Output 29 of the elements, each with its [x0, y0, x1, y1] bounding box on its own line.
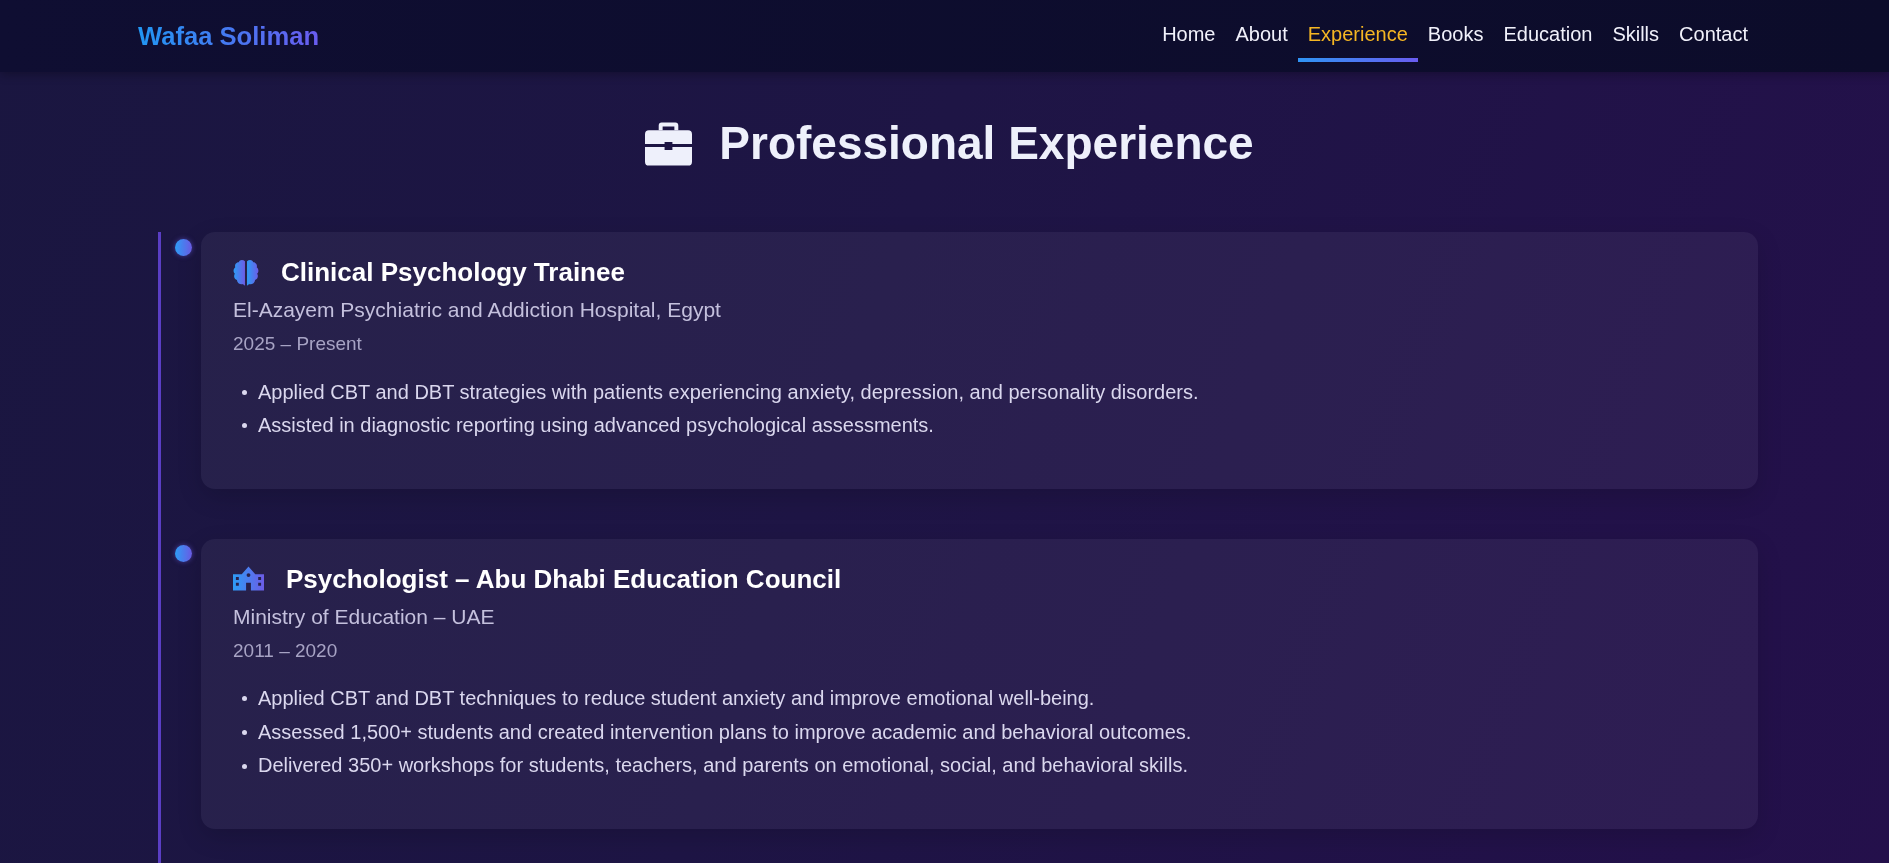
date-range: 2011 – 2020	[233, 638, 339, 663]
timeline-dot-icon	[174, 238, 192, 256]
school-icon	[233, 565, 264, 593]
bullet-icon	[242, 730, 247, 736]
nav-link-item[interactable]: Experience	[1297, 10, 1418, 62]
briefcase-icon	[645, 121, 693, 166]
timeline-dot-icon	[174, 545, 192, 563]
duty-text: Applied CBT and DBT strategies with patients experiencing anxiety, depression, and personality disorders.	[258, 379, 1199, 405]
nav-link-item[interactable]: Skills	[1602, 10, 1670, 62]
bullet-icon	[242, 763, 247, 769]
organization-text: El-Azayem Psychiatric and Addiction Hospital, Egypt	[233, 297, 722, 323]
bullet-icon	[242, 389, 247, 395]
duty-text: Assisted in diagnostic reporting using advanced psychological assessments.	[258, 413, 934, 439]
duty-text: Assessed 1,500+ students and created intervention plans to improve academic and behavioral outcomes.	[258, 719, 1192, 745]
nav-link-item[interactable]: Books	[1417, 10, 1494, 62]
section-title: Professional Experience	[719, 116, 1254, 171]
duty-text: Delivered 350+ workshops for students, teachers, and parents on emotional, social, and behavioral skills.	[258, 753, 1188, 779]
organization-text: Ministry of Education – UAE	[233, 603, 496, 630]
brain-icon	[233, 258, 259, 286]
nav-link-item[interactable]: Home	[1152, 10, 1226, 62]
job-title: Psychologist – Abu Dhabi Education Council	[286, 564, 842, 593]
date-range: 2025 – Present	[233, 332, 363, 356]
nav-link-item[interactable]: Contact	[1669, 10, 1758, 62]
duty-text: Applied CBT and DBT techniques to reduce student anxiety and improve emotional well-being.	[258, 686, 1095, 712]
bullet-icon	[242, 696, 247, 702]
nav-link-item[interactable]: About	[1225, 10, 1298, 62]
nav-link-item[interactable]: Education	[1493, 10, 1603, 62]
bullet-icon	[242, 423, 247, 429]
job-title: Clinical Psychology Trainee	[281, 258, 625, 286]
